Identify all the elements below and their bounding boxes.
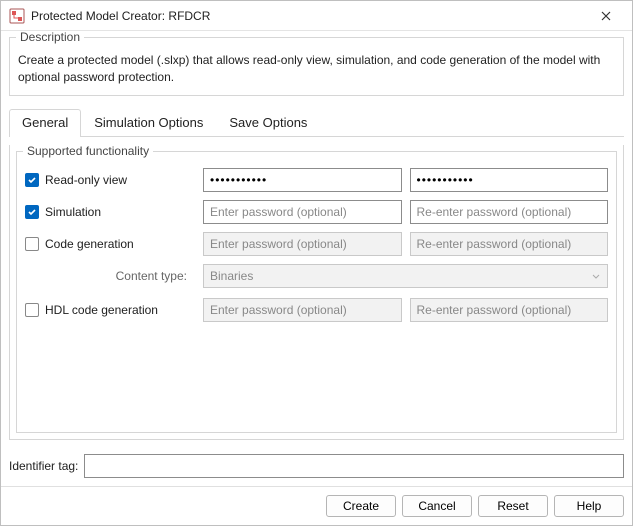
hdl-password-confirm-input <box>410 298 609 322</box>
row-code-generation: Code generation <box>25 232 608 256</box>
tab-general[interactable]: General <box>9 109 81 137</box>
identifier-tag-label: Identifier tag: <box>9 459 78 473</box>
description-text: Create a protected model (.slxp) that al… <box>18 52 615 87</box>
hdl-password-input <box>203 298 402 322</box>
functionality-group: Supported functionality Read-only view <box>16 151 617 433</box>
content-type-label: Content type: <box>25 269 195 283</box>
description-group-label: Description <box>16 31 84 44</box>
window-title: Protected Model Creator: RFDCR <box>31 9 586 23</box>
tab-strip: General Simulation Options Save Options <box>9 108 624 137</box>
hdl-code-generation-checkbox[interactable] <box>25 303 39 317</box>
content-type-select: Binaries <box>203 264 608 288</box>
row-hdl-code-generation: HDL code generation <box>25 298 608 322</box>
app-icon <box>9 8 25 24</box>
dialog-window: Protected Model Creator: RFDCR Descripti… <box>0 0 633 526</box>
hdl-code-generation-label-wrap[interactable]: HDL code generation <box>25 303 195 317</box>
code-generation-label: Code generation <box>45 237 134 251</box>
reset-button[interactable]: Reset <box>478 495 548 517</box>
identifier-tag-row: Identifier tag: <box>9 448 624 478</box>
create-button[interactable]: Create <box>326 495 396 517</box>
code-generation-label-wrap[interactable]: Code generation <box>25 237 195 251</box>
readonly-view-password-input[interactable] <box>203 168 402 192</box>
tab-page-general: Supported functionality Read-only view <box>9 145 624 440</box>
dialog-content: Description Create a protected model (.s… <box>1 31 632 486</box>
close-icon <box>601 11 611 21</box>
functionality-outer: Supported functionality Read-only view <box>9 145 624 440</box>
check-icon <box>27 175 37 185</box>
content-type-value: Binaries <box>210 269 253 283</box>
simulation-password-confirm-input[interactable] <box>410 200 609 224</box>
code-generation-password-confirm-input <box>410 232 609 256</box>
help-button[interactable]: Help <box>554 495 624 517</box>
row-readonly-view: Read-only view <box>25 168 608 192</box>
row-content-type: Content type: Binaries <box>25 264 608 288</box>
simulation-label: Simulation <box>45 205 101 219</box>
readonly-view-label-wrap[interactable]: Read-only view <box>25 173 195 187</box>
simulation-checkbox[interactable] <box>25 205 39 219</box>
functionality-group-label: Supported functionality <box>23 145 153 158</box>
code-generation-password-input <box>203 232 402 256</box>
readonly-view-checkbox[interactable] <box>25 173 39 187</box>
simulation-password-input[interactable] <box>203 200 402 224</box>
check-icon <box>27 207 37 217</box>
titlebar: Protected Model Creator: RFDCR <box>1 1 632 31</box>
readonly-view-label: Read-only view <box>45 173 127 187</box>
hdl-code-generation-label: HDL code generation <box>45 303 158 317</box>
button-bar: Create Cancel Reset Help <box>1 486 632 525</box>
description-group: Description Create a protected model (.s… <box>9 37 624 96</box>
tab-simulation-options[interactable]: Simulation Options <box>81 109 216 137</box>
simulation-label-wrap[interactable]: Simulation <box>25 205 195 219</box>
code-generation-checkbox[interactable] <box>25 237 39 251</box>
window-close-button[interactable] <box>586 1 626 31</box>
tab-save-options[interactable]: Save Options <box>216 109 320 137</box>
row-simulation: Simulation <box>25 200 608 224</box>
cancel-button[interactable]: Cancel <box>402 495 472 517</box>
readonly-view-password-confirm-input[interactable] <box>410 168 609 192</box>
identifier-tag-input[interactable] <box>84 454 624 478</box>
chevron-down-icon <box>591 271 601 281</box>
